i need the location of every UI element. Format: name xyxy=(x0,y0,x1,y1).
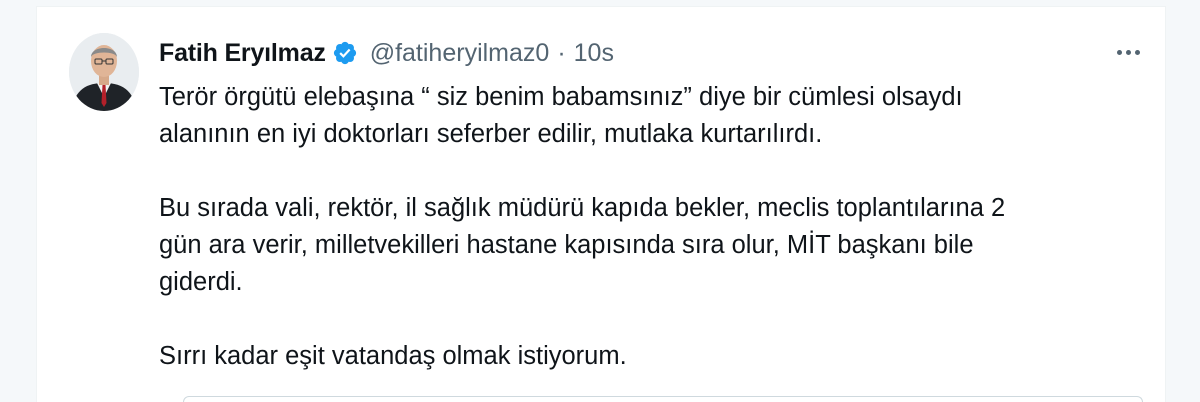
more-horizontal-icon xyxy=(1116,49,1122,55)
avatar-photo xyxy=(69,33,139,111)
author-display-name[interactable]: Fatih Eryılmaz xyxy=(159,39,326,68)
tweet-text-line: giderdi. xyxy=(159,268,243,296)
embedded-card-edge xyxy=(183,396,1143,402)
tweet-text-line: Sırrı kadar eşit vatandaş olmak istiyoru… xyxy=(159,342,627,370)
tweet-text-line: gün ara verir, milletvekilleri hastane k… xyxy=(159,231,974,259)
tweet-text-line: Bu sırada vali, rektör, il sağlık müdürü… xyxy=(159,194,1006,222)
tweet-card[interactable]: Fatih Eryılmaz @fatiheryilmaz0 · 10s Ter… xyxy=(36,6,1166,402)
separator-dot: · xyxy=(557,38,566,67)
tweet-text-line: Terör örgütü elebaşına “ siz benim babam… xyxy=(159,83,963,111)
avatar[interactable] xyxy=(69,33,139,111)
tweet-text: Terör örgütü elebaşına “ siz benim babam… xyxy=(159,79,1139,375)
tweet-text-line: alanının en iyi doktorları seferber edil… xyxy=(159,120,823,148)
tweet-header: Fatih Eryılmaz @fatiheryilmaz0 · 10s xyxy=(159,35,614,71)
more-options-button[interactable] xyxy=(1111,41,1145,63)
verified-badge-icon xyxy=(332,40,358,66)
tweet-timestamp[interactable]: 10s xyxy=(574,39,614,68)
author-handle[interactable]: @fatiheryilmaz0 xyxy=(370,39,550,68)
